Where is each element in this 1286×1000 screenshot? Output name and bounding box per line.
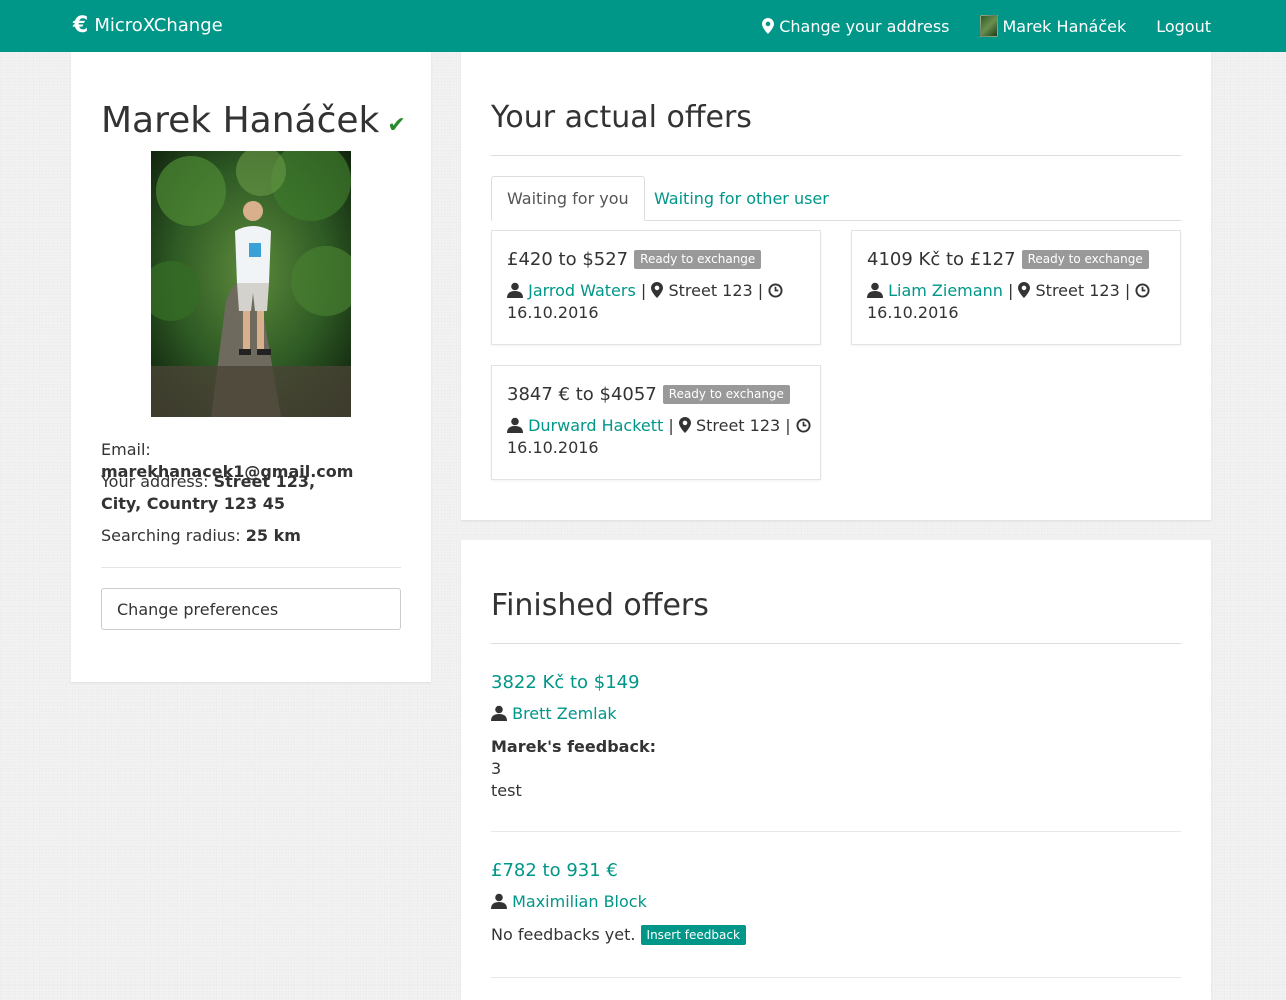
offer-date: 16.10.2016 <box>867 303 959 322</box>
logout-label: Logout <box>1156 16 1211 36</box>
user-icon <box>867 282 883 298</box>
map-marker-icon <box>762 18 775 34</box>
offer-meta: Liam Ziemann | Street 123 | 16.10.2016 <box>867 280 1172 324</box>
offer-card[interactable]: £420 to $527 Ready to exchange Jarrod Wa… <box>491 230 821 345</box>
change-address-link[interactable]: Change your address <box>762 16 950 36</box>
status-badge: Ready to exchange <box>634 250 762 269</box>
offer-street: Street 123 <box>695 416 781 435</box>
finished-offer-title-link[interactable]: 3822 Kč to $149 <box>491 672 640 693</box>
finished-offers-panel: Finished offers 3822 Kč to $149 Brett Ze… <box>461 540 1211 1000</box>
actual-offers-divider <box>491 155 1181 156</box>
top-navbar: € MicroXChange Change your address Marek… <box>0 0 1286 52</box>
actual-offers-title: Your actual offers <box>491 100 752 135</box>
no-feedback-text: No feedbacks yet. <box>491 925 636 944</box>
actual-offers-panel: Your actual offers Waiting for you Waiti… <box>461 52 1211 520</box>
offer-date: 16.10.2016 <box>507 438 599 457</box>
finished-user-link[interactable]: Maximilian Block <box>512 892 647 911</box>
offer-date: 16.10.2016 <box>507 303 599 322</box>
euro-icon: € <box>73 13 89 38</box>
offer-amounts: £420 to $527 <box>507 249 629 270</box>
offer-title: £420 to $527 Ready to exchange <box>507 249 762 270</box>
finished-item-divider <box>491 977 1181 978</box>
profile-address: Your address: Street 123, City, Country … <box>101 471 351 515</box>
change-preferences-button[interactable]: Change preferences <box>101 588 401 630</box>
email-label: Email: <box>101 440 151 459</box>
offer-title: 4109 Kč to £127 Ready to exchange <box>867 249 1149 270</box>
radius-value: 25 km <box>245 526 301 545</box>
user-name-label: Marek Hanáček <box>1002 16 1127 36</box>
verified-check-icon: ✔ <box>387 113 406 138</box>
offer-amounts: 3847 € to $4057 <box>507 384 657 405</box>
offer-user-link[interactable]: Jarrod Waters <box>528 281 636 300</box>
user-icon <box>491 893 507 909</box>
clock-icon <box>768 283 783 298</box>
tab-waiting-for-you[interactable]: Waiting for you <box>491 176 645 221</box>
offer-user-link[interactable]: Durward Hackett <box>528 416 663 435</box>
radius-label: Searching radius: <box>101 526 241 545</box>
map-marker-icon <box>678 417 691 433</box>
logout-link[interactable]: Logout <box>1156 17 1211 36</box>
finished-offers-divider <box>491 643 1181 644</box>
profile-radius: Searching radius: 25 km <box>101 525 401 547</box>
profile-panel: Marek Hanáček ✔ Email: marekhanacek1@gma… <box>71 52 431 682</box>
user-icon <box>507 417 523 433</box>
offer-street: Street 123 <box>668 281 753 300</box>
profile-name-heading: Marek Hanáček ✔ <box>101 100 406 141</box>
profile-photo <box>151 151 351 417</box>
finished-offer-user: Brett Zemlak <box>491 704 617 723</box>
clock-icon <box>1135 283 1150 298</box>
offer-user-link[interactable]: Liam Ziemann <box>888 281 1003 300</box>
finished-user-link[interactable]: Brett Zemlak <box>512 704 617 723</box>
offer-tabs: Waiting for you Waiting for other user <box>491 176 1181 221</box>
insert-feedback-button[interactable]: Insert feedback <box>640 925 746 945</box>
offer-card[interactable]: 3847 € to $4057 Ready to exchange Durwar… <box>491 365 821 480</box>
address-label: Your address: <box>101 472 209 491</box>
offer-meta: Jarrod Waters | Street 123 | 16.10.2016 <box>507 280 812 324</box>
feedback-block: Marek's feedback: 3 test <box>491 736 656 802</box>
map-marker-icon <box>1018 282 1031 298</box>
brand-link[interactable]: € MicroXChange <box>73 13 223 38</box>
offer-street: Street 123 <box>1035 281 1120 300</box>
user-icon <box>507 282 523 298</box>
brand-name: MicroXChange <box>94 15 223 36</box>
finished-offers-title: Finished offers <box>491 588 709 623</box>
profile-divider <box>101 567 401 568</box>
offer-amounts: 4109 Kč to £127 <box>867 249 1016 270</box>
no-feedback-row: No feedbacks yet. Insert feedback <box>491 924 746 946</box>
map-marker-icon <box>651 282 664 298</box>
offer-meta: Durward Hackett | Street 123 | 16.10.201… <box>507 415 812 459</box>
user-icon <box>491 705 507 721</box>
user-menu-link[interactable]: Marek Hanáček <box>979 15 1127 37</box>
finished-item-divider <box>491 831 1181 832</box>
finished-offer-title-link[interactable]: £782 to 931 € <box>491 860 618 881</box>
change-address-label: Change your address <box>779 16 950 36</box>
profile-name: Marek Hanáček <box>101 100 380 141</box>
status-badge: Ready to exchange <box>662 385 790 404</box>
finished-offer-user: Maximilian Block <box>491 892 647 911</box>
clock-icon <box>796 418 811 433</box>
status-badge: Ready to exchange <box>1021 250 1149 269</box>
avatar <box>979 15 998 37</box>
tab-waiting-for-other-user[interactable]: Waiting for other user <box>639 176 844 220</box>
feedback-comment: test <box>491 781 522 800</box>
nav-right: Change your address Marek Hanáček Logout <box>762 15 1211 37</box>
feedback-label: Marek's feedback: <box>491 737 656 756</box>
feedback-rating: 3 <box>491 759 502 778</box>
offer-title: 3847 € to $4057 Ready to exchange <box>507 384 790 405</box>
offer-card[interactable]: 4109 Kč to £127 Ready to exchange Liam Z… <box>851 230 1181 345</box>
